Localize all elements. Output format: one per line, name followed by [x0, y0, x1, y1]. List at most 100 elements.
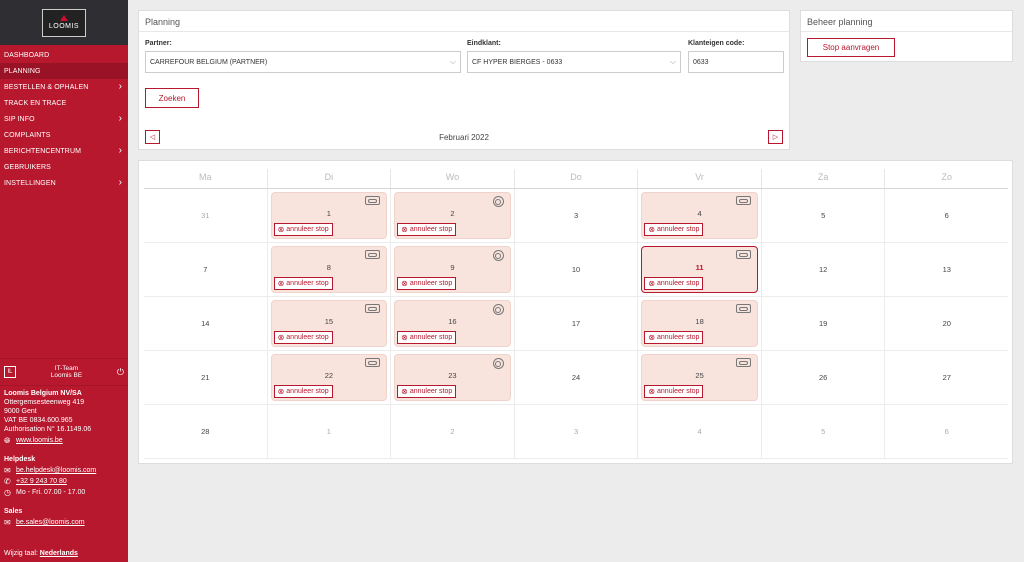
cancel-stop-button[interactable]: ⊗ annuleer stop — [273, 331, 333, 344]
chevron-right-icon: › — [118, 81, 122, 92]
main-nav: DASHBOARD PLANNING BESTELLEN & OPHALEN › TRA… — [0, 47, 128, 191]
calendar-day[interactable]: 18 ⊗ annuleer stop — [637, 297, 761, 350]
scheduled-stop[interactable]: 23 ⊗ annuleer stop — [394, 354, 511, 401]
calendar-day[interactable]: 17 — [513, 297, 638, 350]
calendar-day[interactable]: 9 ⊗ annuleer stop — [390, 243, 514, 296]
scheduled-stop[interactable]: 18 ⊗ annuleer stop — [641, 300, 758, 347]
nav-item-dashboard[interactable]: DASHBOARD — [0, 47, 128, 63]
calendar-day[interactable]: 13 — [884, 243, 1008, 296]
helpdesk-email-link[interactable]: be.helpdesk@loomis.com — [16, 466, 96, 475]
day-number: 27 — [942, 373, 951, 382]
calendar-day[interactable]: 12 — [760, 243, 885, 296]
calendar-day[interactable]: 27 — [884, 351, 1008, 404]
calendar-day[interactable]: 3 — [513, 189, 638, 242]
calendar-day[interactable]: 4 ⊗ annuleer stop — [637, 189, 761, 242]
cancel-stop-button[interactable]: ⊗ annuleer stop — [397, 223, 457, 236]
cancel-stop-button[interactable]: ⊗ annuleer stop — [397, 277, 457, 290]
calendar-day[interactable]: 14 — [144, 297, 267, 350]
sales-email-link[interactable]: be.sales@loomis.com — [16, 518, 85, 527]
cancel-stop-button[interactable]: ⊗ annuleer stop — [644, 331, 704, 344]
nav-item-complaints[interactable]: COMPLAINTS — [0, 127, 128, 143]
calendar-day[interactable]: 20 — [884, 297, 1008, 350]
calendar-day[interactable]: 25 ⊗ annuleer stop — [637, 351, 761, 404]
cancel-stop-button[interactable]: ⊗ annuleer stop — [644, 385, 704, 398]
loomis-logo[interactable]: LOOMIS — [42, 8, 86, 37]
user-name-line2: Loomis BE — [50, 372, 83, 379]
user-box: IL IT-Team Loomis BE ⏻ — [0, 358, 128, 386]
cancel-stop-button[interactable]: ⊗ annuleer stop — [644, 223, 704, 236]
calendar-day[interactable]: 5 — [760, 189, 885, 242]
nav-item-bestellen-ophalen[interactable]: BESTELLEN & OPHALEN › — [0, 79, 128, 95]
scheduled-stop[interactable]: 11 ⊗ annuleer stop — [641, 246, 758, 293]
calendar-day[interactable]: 2 ⊗ annuleer stop — [390, 189, 514, 242]
nav-item-berichtencentrum[interactable]: BERICHTENCENTRUM › — [0, 143, 128, 159]
calendar-day[interactable]: 21 — [144, 351, 267, 404]
cancel-stop-button[interactable]: ⊗ annuleer stop — [397, 385, 457, 398]
day-header: Vr — [637, 169, 761, 188]
scheduled-stop[interactable]: 22 ⊗ annuleer stop — [270, 354, 388, 401]
helpdesk-hours: Mo - Fri. 07.00 - 17.00 — [16, 489, 86, 496]
day-number: 20 — [942, 319, 951, 328]
nav-item-instellingen[interactable]: INSTELLINGEN › — [0, 175, 128, 191]
nav-item-planning[interactable]: PLANNING — [0, 63, 128, 79]
partner-select[interactable]: CARREFOUR BELGIUM (PARTNER) ⌵ — [145, 51, 461, 73]
day-header: Wo — [390, 169, 514, 188]
calendar-day[interactable]: 11 ⊗ annuleer stop — [637, 243, 761, 296]
helpdesk-phone-link[interactable]: +32 9 243 70 80 — [16, 477, 67, 486]
transport-box-icon — [365, 358, 381, 367]
cancel-circle-icon: ⊗ — [401, 279, 408, 288]
nav-item-label: BERICHTENCENTRUM — [4, 147, 82, 155]
calendar-day[interactable]: 4 — [637, 405, 761, 458]
calendar-day[interactable]: 1 — [266, 405, 391, 458]
calendar-day[interactable]: 3 — [513, 405, 638, 458]
scheduled-stop[interactable]: 2 ⊗ annuleer stop — [394, 192, 511, 239]
scheduled-stop[interactable]: 25 ⊗ annuleer stop — [641, 354, 758, 401]
cancel-stop-button[interactable]: ⊗ annuleer stop — [397, 331, 457, 344]
calendar-day[interactable]: 10 — [513, 243, 638, 296]
calendar-day[interactable]: 28 — [144, 405, 267, 458]
cancel-stop-button[interactable]: ⊗ annuleer stop — [273, 223, 333, 236]
day-number: 10 — [571, 265, 581, 274]
next-month-button[interactable]: ▷ — [768, 130, 783, 144]
calendar-day[interactable]: 24 — [513, 351, 638, 404]
cancel-stop-button[interactable]: ⊗ annuleer stop — [644, 277, 704, 290]
nav-item-gebruikers[interactable]: GEBRUIKERS — [0, 159, 128, 175]
calendar-day[interactable]: 22 ⊗ annuleer stop — [266, 351, 391, 404]
scheduled-stop[interactable]: 8 ⊗ annuleer stop — [270, 246, 388, 293]
user-initials-badge[interactable]: IL — [4, 366, 16, 378]
calendar-day[interactable]: 6 — [884, 405, 1008, 458]
stop-aanvragen-button[interactable]: Stop aanvragen — [807, 38, 895, 57]
transport-box-icon — [365, 250, 381, 259]
nav-item-track-en-trace[interactable]: TRACK EN TRACE — [0, 95, 128, 111]
globe-icon: 🌐︎ — [4, 436, 11, 445]
calendar-day[interactable]: 8 ⊗ annuleer stop — [266, 243, 391, 296]
scheduled-stop[interactable]: 4 ⊗ annuleer stop — [641, 192, 758, 239]
nav-item-sip-info[interactable]: SIP INFO › — [0, 111, 128, 127]
cancel-stop-button[interactable]: ⊗ annuleer stop — [273, 277, 333, 290]
day-number: 28 — [201, 427, 210, 436]
scheduled-stop[interactable]: 16 ⊗ annuleer stop — [394, 300, 511, 347]
cancel-stop-button[interactable]: ⊗ annuleer stop — [273, 385, 333, 398]
search-button[interactable]: Zoeken — [145, 88, 199, 108]
calendar-day[interactable]: 6 — [884, 189, 1008, 242]
scheduled-stop[interactable]: 9 ⊗ annuleer stop — [394, 246, 511, 293]
calendar-day[interactable]: 15 ⊗ annuleer stop — [266, 297, 391, 350]
helpdesk-title: Helpdesk — [4, 456, 36, 463]
calendar-day[interactable]: 1 ⊗ annuleer stop — [266, 189, 391, 242]
day-number: 1 — [326, 209, 331, 218]
calendar-day[interactable]: 5 — [760, 405, 885, 458]
calendar-day[interactable]: 19 — [760, 297, 885, 350]
calendar-day[interactable]: 7 — [144, 243, 267, 296]
eindklant-select[interactable]: CF HYPER BIERGES - 0633 ⌵ — [467, 51, 681, 73]
website-link[interactable]: www.loomis.be — [16, 436, 63, 445]
scheduled-stop[interactable]: 1 ⊗ annuleer stop — [270, 192, 388, 239]
calendar-day[interactable]: 2 — [390, 405, 514, 458]
calendar-day[interactable]: 26 — [760, 351, 885, 404]
scheduled-stop[interactable]: 15 ⊗ annuleer stop — [270, 300, 388, 347]
language-link[interactable]: Nederlands — [40, 550, 78, 557]
calendar-day[interactable]: 16 ⊗ annuleer stop — [390, 297, 514, 350]
logout-power-icon[interactable]: ⏻ — [117, 367, 124, 378]
calendar-day[interactable]: 23 ⊗ annuleer stop — [390, 351, 514, 404]
calendar-day[interactable]: 31 — [144, 189, 267, 242]
code-input[interactable]: 0633 — [688, 51, 784, 73]
